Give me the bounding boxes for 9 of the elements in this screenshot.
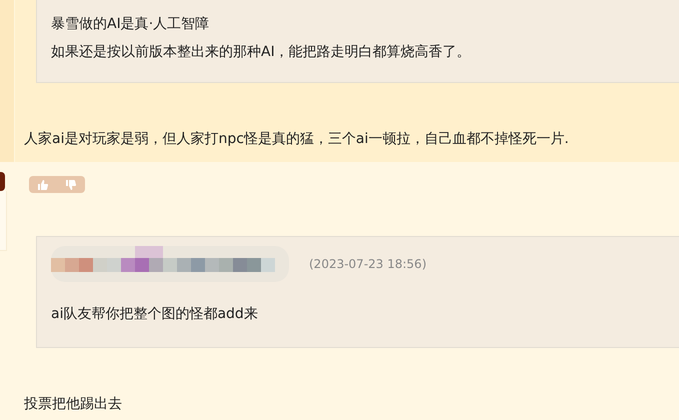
thumbs-down-icon[interactable]	[66, 180, 76, 190]
quote-line: 暴雪做的AI是真·人工智障	[51, 15, 210, 34]
thumbs-up-icon[interactable]	[38, 180, 48, 190]
side-strip	[0, 191, 7, 251]
timestamp: (2023-07-23 18:56)	[309, 256, 426, 273]
comment-text: 人家ai是对玩家是弱，但人家打npc怪是真的猛，三个ai一顿拉，自己血都不掉怪死一片.	[23, 130, 570, 149]
reply-text: ai队友帮你把整个图的怪都add来	[50, 305, 259, 324]
quote-line: 如果还是按以前版本整出来的那种AI，能把路走明白都算烧高香了。	[51, 43, 472, 62]
comment-text: 投票把他踢出去	[23, 395, 123, 414]
